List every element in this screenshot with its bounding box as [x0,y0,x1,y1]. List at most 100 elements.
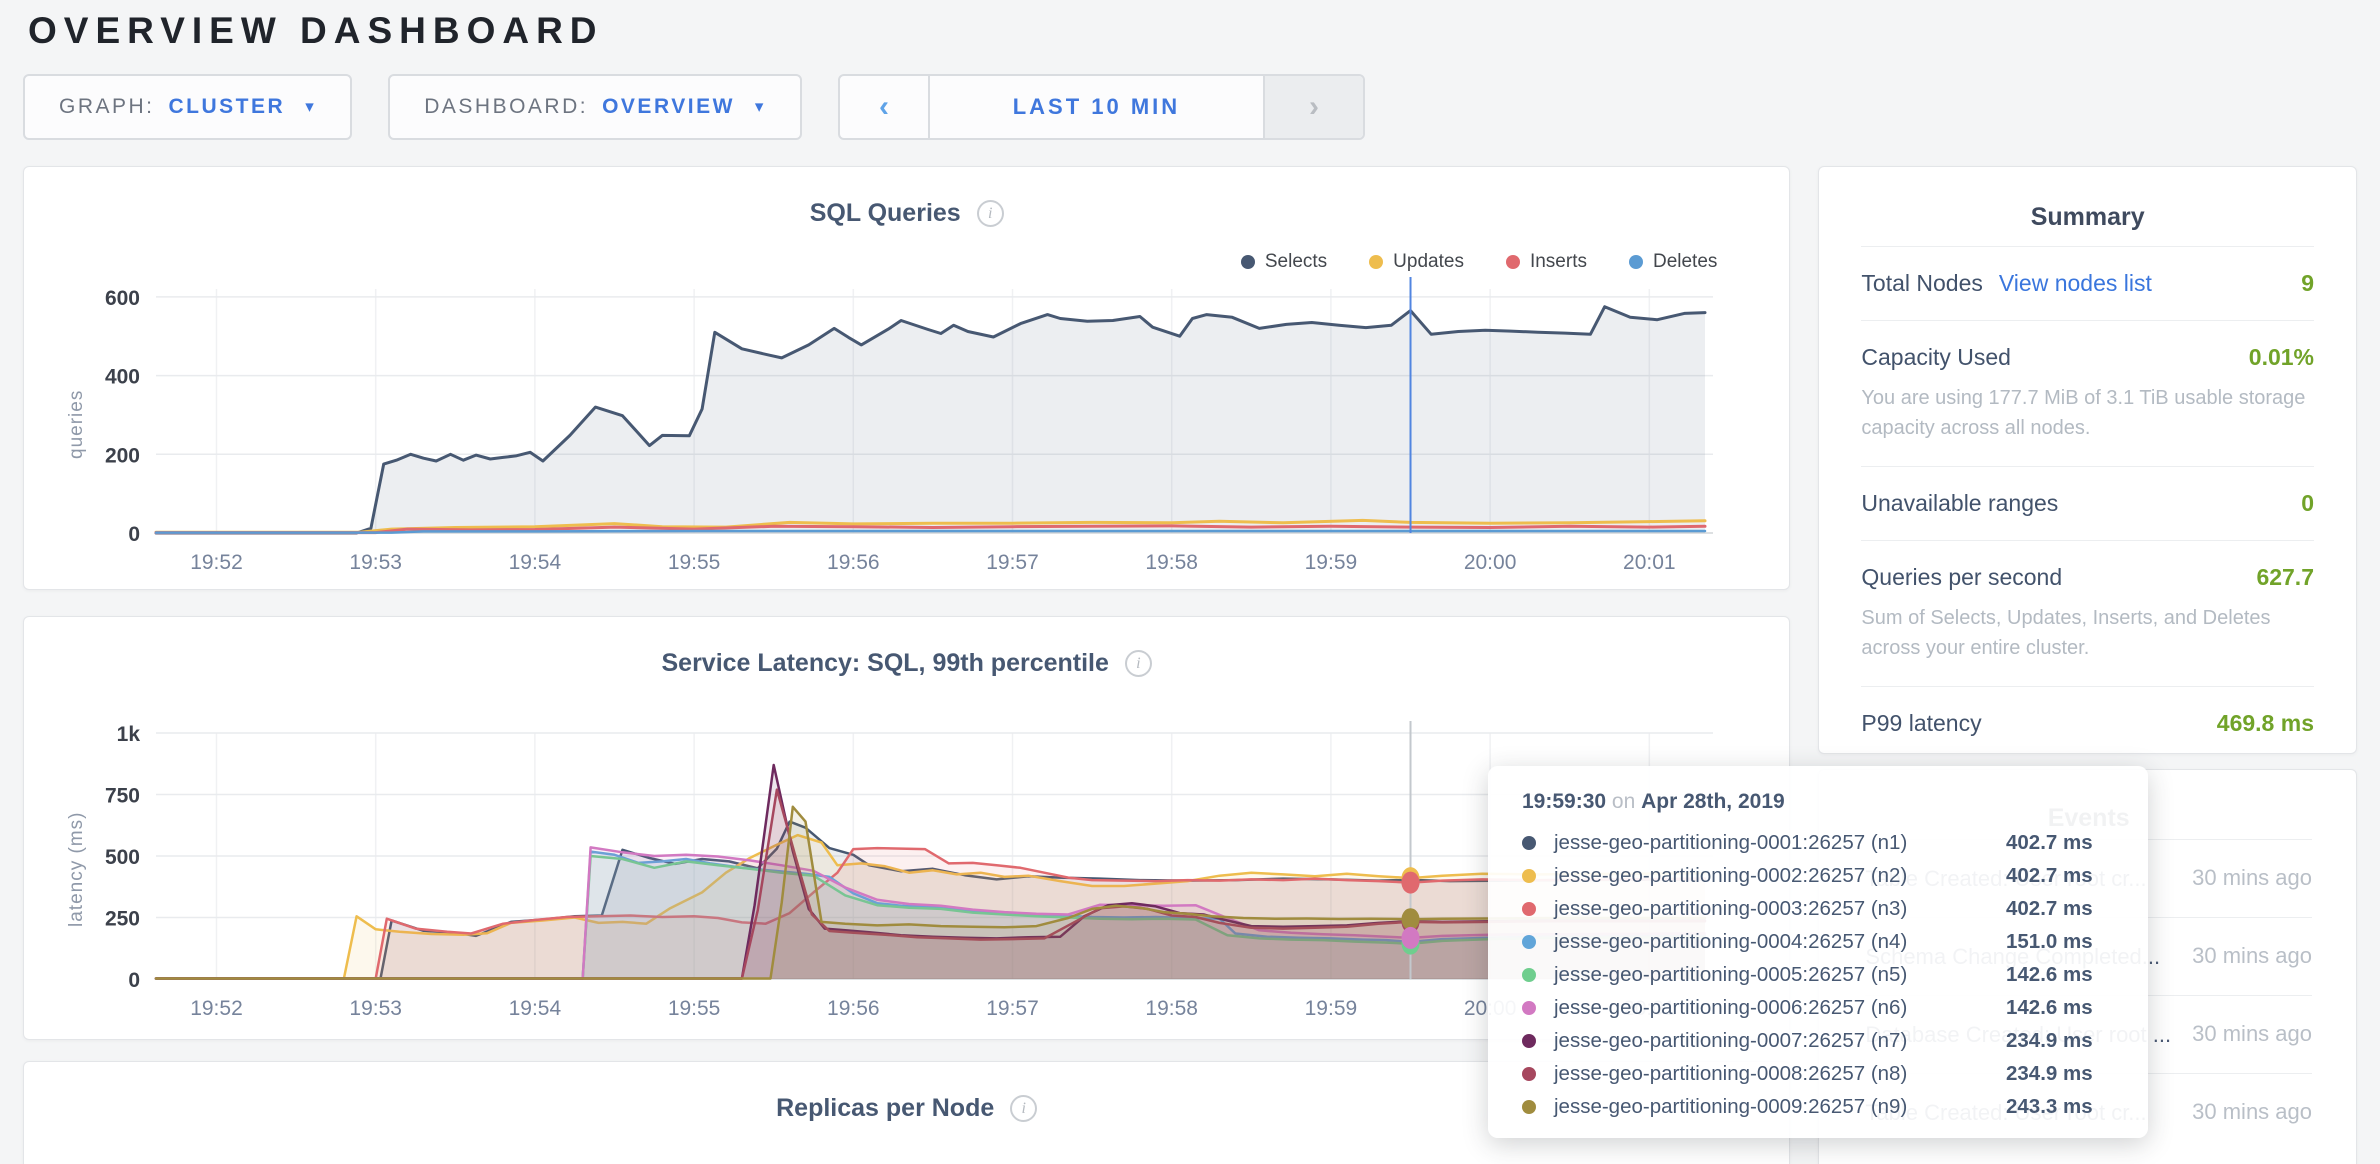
event-timestamp: 30 mins ago [2192,861,2312,895]
p99-latency-value: 469.8 ms [2217,710,2314,737]
tooltip-row: jesse-geo-partitioning-0006:26257 (n6)14… [1522,991,2114,1024]
tooltip-node-name: jesse-geo-partitioning-0001:26257 (n1) [1554,831,2006,855]
tooltip-node-name: jesse-geo-partitioning-0003:26257 (n3) [1554,897,2006,921]
svg-text:1k: 1k [117,723,141,746]
dashboard-dropdown[interactable]: DASHBOARD: OVERVIEW ▾ [388,74,802,140]
tooltip-row: jesse-geo-partitioning-0002:26257 (n2)40… [1522,859,2114,892]
qps-label: Queries per second [1861,564,2062,591]
svg-text:19:52: 19:52 [190,551,243,574]
sql-queries-title: SQL Queries [810,199,961,228]
p99-latency-label: P99 latency [1861,710,1981,737]
tooltip-node-value: 151.0 ms [2006,930,2093,954]
graph-dropdown[interactable]: GRAPH: CLUSTER ▾ [23,74,352,140]
summary-card: Summary Total Nodes View nodes list 9 Ca… [1818,166,2357,754]
svg-text:400: 400 [105,366,140,389]
time-range-button[interactable]: LAST 10 MIN [930,76,1263,138]
event-timestamp: 30 mins ago [2192,939,2312,973]
unavailable-ranges-label: Unavailable ranges [1861,490,2058,517]
tooltip-node-name: jesse-geo-partitioning-0006:26257 (n6) [1554,996,2006,1020]
dashboard-dropdown-label: DASHBOARD: [424,95,588,119]
tooltip-rows: jesse-geo-partitioning-0001:26257 (n1)40… [1522,826,2114,1123]
sql-queries-title-row: SQL Queries i [24,167,1789,228]
capacity-used-value: 0.01% [2249,344,2314,371]
svg-text:19:57: 19:57 [986,551,1039,574]
svg-text:19:57: 19:57 [986,997,1039,1020]
svg-text:19:55: 19:55 [668,551,721,574]
tooltip-row: jesse-geo-partitioning-0008:26257 (n8)23… [1522,1057,2114,1090]
tooltip-on-word: on [1612,790,1635,813]
time-range-label: LAST 10 MIN [1013,94,1180,120]
svg-text:19:56: 19:56 [827,997,880,1020]
svg-text:19:58: 19:58 [1145,551,1198,574]
tooltip-node-name: jesse-geo-partitioning-0007:26257 (n7) [1554,1029,2006,1053]
svg-text:19:58: 19:58 [1145,997,1198,1020]
svg-text:250: 250 [105,908,140,931]
tooltip-node-value: 402.7 ms [2006,864,2093,888]
svg-text:20:01: 20:01 [1623,551,1676,574]
latency-title: Service Latency: SQL, 99th percentile [662,649,1109,678]
event-timestamp: 30 mins ago [2192,1095,2312,1129]
series-dot-icon [1522,1100,1536,1114]
series-dot-icon [1522,902,1536,916]
tooltip-node-value: 402.7 ms [2006,831,2093,855]
summary-title: Summary [1861,203,2314,232]
summary-row-qps: Queries per second 627.7 Sum of Selects,… [1861,540,2314,686]
series-dot-icon [1522,935,1536,949]
tooltip-node-value: 243.3 ms [2006,1095,2093,1119]
info-icon[interactable]: i [977,200,1004,227]
svg-text:200: 200 [105,444,140,467]
time-next-button[interactable]: › [1263,76,1363,138]
sql-queries-card: SQL Queries i Selects Updates Inserts [23,166,1790,590]
svg-text:19:56: 19:56 [827,551,880,574]
latency-hover-tooltip: 19:59:30 on Apr 28th, 2019 jesse-geo-par… [1488,766,2148,1138]
time-range-selector: ‹ LAST 10 MIN › [838,74,1365,140]
chevron-left-icon: ‹ [879,90,889,124]
tooltip-node-value: 402.7 ms [2006,897,2093,921]
time-prev-button[interactable]: ‹ [840,76,930,138]
series-dot-icon [1522,968,1536,982]
tooltip-header: 19:59:30 on Apr 28th, 2019 [1522,790,2114,814]
tooltip-node-value: 234.9 ms [2006,1062,2093,1086]
tooltip-node-name: jesse-geo-partitioning-0004:26257 (n4) [1554,930,2006,954]
tooltip-date: Apr 28th, 2019 [1641,790,1785,813]
tooltip-node-value: 142.6 ms [2006,963,2093,987]
dashboard-dropdown-value: OVERVIEW [602,95,735,119]
tooltip-row: jesse-geo-partitioning-0007:26257 (n7)23… [1522,1024,2114,1057]
capacity-used-description: You are using 177.7 MiB of 3.1 TiB usabl… [1861,383,2314,443]
info-icon[interactable]: i [1125,650,1152,677]
tooltip-node-name: jesse-geo-partitioning-0009:26257 (n9) [1554,1095,2006,1119]
svg-text:750: 750 [105,785,140,808]
series-dot-icon [1522,869,1536,883]
svg-text:0: 0 [128,969,140,992]
summary-row-capacity: Capacity Used 0.01% You are using 177.7 … [1861,320,2314,466]
event-timestamp: 30 mins ago [2192,1017,2312,1051]
summary-row-total-nodes: Total Nodes View nodes list 9 [1861,246,2314,320]
total-nodes-label: Total Nodes [1861,270,1982,297]
tooltip-time: 19:59:30 [1522,790,1606,813]
svg-text:19:53: 19:53 [349,551,402,574]
unavailable-ranges-value: 0 [2301,490,2314,517]
svg-text:19:59: 19:59 [1305,551,1358,574]
qps-description: Sum of Selects, Updates, Inserts, and De… [1861,603,2314,663]
series-dot-icon [1522,1067,1536,1081]
tooltip-node-name: jesse-geo-partitioning-0008:26257 (n8) [1554,1062,2006,1086]
svg-text:20:00: 20:00 [1464,551,1517,574]
svg-text:600: 600 [105,287,140,310]
summary-row-p99: P99 latency 469.8 ms [1861,686,2314,760]
tooltip-row: jesse-geo-partitioning-0005:26257 (n5)14… [1522,958,2114,991]
tooltip-row: jesse-geo-partitioning-0004:26257 (n4)15… [1522,925,2114,958]
tooltip-node-value: 142.6 ms [2006,996,2093,1020]
view-nodes-list-link[interactable]: View nodes list [1999,270,2152,297]
svg-text:19:53: 19:53 [349,997,402,1020]
qps-value: 627.7 [2256,564,2314,591]
svg-text:19:54: 19:54 [509,997,562,1020]
tooltip-row: jesse-geo-partitioning-0009:26257 (n9)24… [1522,1090,2114,1123]
tooltip-row: jesse-geo-partitioning-0001:26257 (n1)40… [1522,826,2114,859]
sql-queries-chart[interactable]: 19:5219:5319:5419:5519:5619:5719:5819:59… [24,263,1754,590]
dashboard-controls: GRAPH: CLUSTER ▾ DASHBOARD: OVERVIEW ▾ ‹… [23,74,2380,140]
overview-dashboard-page: OVERVIEW DASHBOARD GRAPH: CLUSTER ▾ DASH… [0,0,2380,1164]
svg-text:19:52: 19:52 [190,997,243,1020]
summary-row-unavailable: Unavailable ranges 0 [1861,466,2314,540]
tooltip-node-name: jesse-geo-partitioning-0005:26257 (n5) [1554,963,2006,987]
info-icon[interactable]: i [1010,1095,1037,1122]
